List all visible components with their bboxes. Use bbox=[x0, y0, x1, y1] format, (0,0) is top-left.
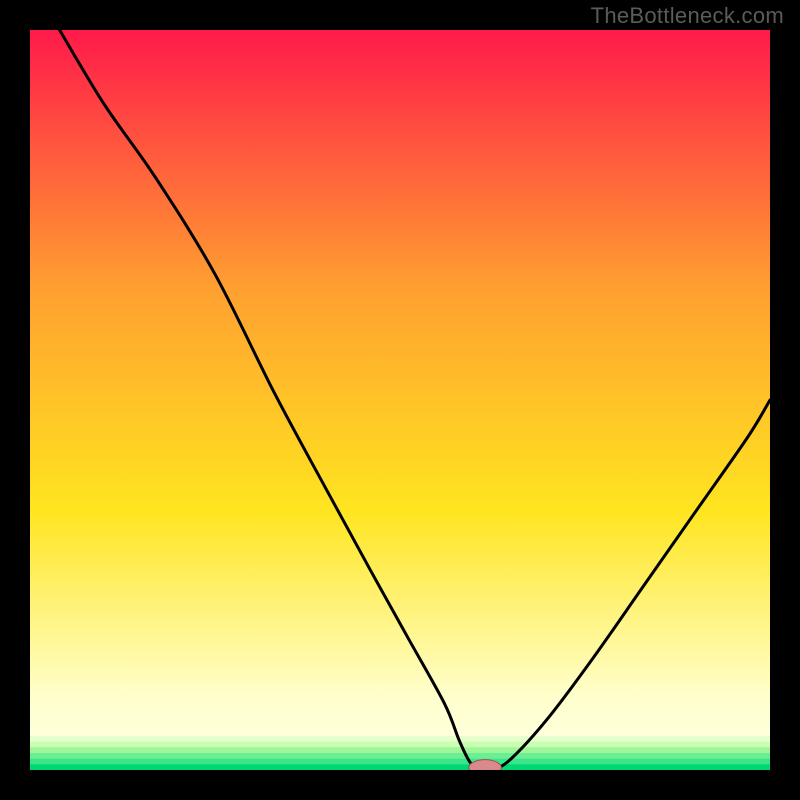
chart-frame: TheBottleneck.com bbox=[0, 0, 800, 800]
plot-area bbox=[30, 30, 770, 770]
gradient-background bbox=[30, 30, 770, 770]
chart-svg bbox=[30, 30, 770, 770]
watermark-text: TheBottleneck.com bbox=[591, 3, 784, 29]
green-bands bbox=[30, 736, 770, 770]
